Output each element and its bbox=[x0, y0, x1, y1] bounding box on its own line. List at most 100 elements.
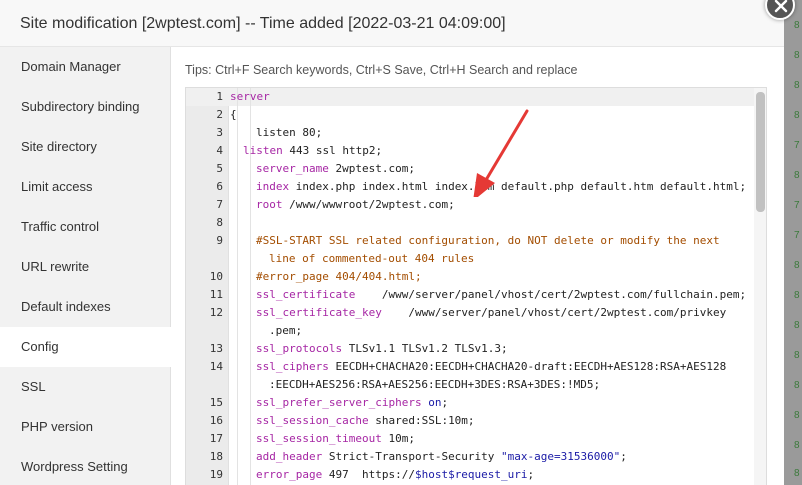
code-line-2: { bbox=[230, 106, 237, 124]
code-text: listen 80; bbox=[256, 126, 323, 139]
code-text: /www/wwwroot/2wptest.com; bbox=[282, 198, 455, 211]
keyword: ssl_protocols bbox=[256, 342, 343, 355]
sidebar-item-traffic-control[interactable]: Traffic control bbox=[0, 207, 171, 247]
annotation-arrow-icon bbox=[473, 109, 529, 197]
background-cell: 8 bbox=[794, 350, 800, 361]
editor-tips: Tips: Ctrl+F Search keywords, Ctrl+S Sav… bbox=[185, 63, 578, 77]
line-number: 10 bbox=[209, 270, 223, 283]
config-panel: Tips: Ctrl+F Search keywords, Ctrl+S Sav… bbox=[171, 47, 784, 485]
line-number: 11 bbox=[209, 288, 223, 301]
dialog-title: Site modification [2wptest.com] -- Time … bbox=[20, 15, 506, 32]
code-text: EECDH+CHACHA20:EECDH+CHACHA20-draft:EECD… bbox=[328, 360, 727, 373]
editor-scrollbar[interactable] bbox=[754, 88, 766, 485]
line-number: 13 bbox=[209, 342, 223, 355]
line-number: 19 bbox=[209, 468, 223, 481]
code-text: 443 ssl http2; bbox=[282, 144, 383, 157]
background-cell: 8 bbox=[794, 380, 800, 391]
keyword: ssl_session_timeout bbox=[256, 432, 382, 445]
active-line-highlight bbox=[186, 88, 754, 106]
sidebar-item-url-rewrite[interactable]: URL rewrite bbox=[0, 247, 171, 287]
keyword: ssl_certificate_key bbox=[256, 306, 382, 319]
background-cell: 8 bbox=[794, 110, 800, 121]
code-line-4: listen 443 ssl http2; bbox=[243, 142, 382, 160]
code-line-16: ssl_session_cache shared:SSL:10m; bbox=[256, 412, 475, 430]
keyword: ssl_certificate bbox=[256, 288, 356, 301]
comment: #error_page 404/404.html; bbox=[256, 270, 422, 283]
background-cell: 8 bbox=[794, 468, 800, 479]
editor-scrollbar-thumb[interactable] bbox=[756, 92, 765, 212]
code-line-10: #error_page 404/404.html; bbox=[256, 268, 422, 286]
code-text: 2wptest.com; bbox=[328, 162, 415, 175]
code-text: .pem; bbox=[269, 324, 303, 337]
keyword: index bbox=[256, 180, 290, 193]
code-line-12: ssl_certificate_key /www/server/panel/vh… bbox=[256, 304, 726, 322]
code-text: Strict-Transport-Security bbox=[322, 450, 502, 463]
sidebar-item-domain-manager[interactable]: Domain Manager bbox=[0, 47, 171, 87]
line-number: 15 bbox=[209, 396, 223, 409]
keyword: error_page bbox=[256, 468, 323, 481]
keyword: add_header bbox=[256, 450, 323, 463]
keyword: listen bbox=[243, 144, 283, 157]
sidebar-item-php-version[interactable]: PHP version bbox=[0, 407, 171, 447]
background-cell: 8 bbox=[794, 290, 800, 301]
sidebar-item-config[interactable]: Config bbox=[0, 327, 172, 367]
site-modification-dialog: Site modification [2wptest.com] -- Time … bbox=[0, 0, 784, 485]
code-line-7: root /www/wwwroot/2wptest.com; bbox=[256, 196, 455, 214]
keyword: root bbox=[256, 198, 283, 211]
background-cell: 8 bbox=[794, 320, 800, 331]
code-text: 497 https:// bbox=[322, 468, 415, 481]
indent-guide bbox=[237, 88, 238, 485]
line-number: 17 bbox=[209, 432, 223, 445]
line-number: 5 bbox=[216, 162, 223, 175]
dialog-titlebar[interactable]: Site modification [2wptest.com] -- Time … bbox=[0, 0, 784, 47]
keyword: server bbox=[230, 90, 270, 103]
line-number: 6 bbox=[216, 180, 223, 193]
comment: line of commented-out 404 rules bbox=[269, 252, 475, 265]
line-number: 7 bbox=[216, 198, 223, 211]
sidebar: Domain Manager Subdirectory binding Site… bbox=[0, 47, 172, 485]
sidebar-item-site-directory[interactable]: Site directory bbox=[0, 127, 171, 167]
value: on bbox=[421, 396, 442, 409]
background-cell: 7 bbox=[794, 200, 800, 211]
sidebar-item-limit-access[interactable]: Limit access bbox=[0, 167, 171, 207]
code-line-5: server_name 2wptest.com; bbox=[256, 160, 415, 178]
code-text: ; bbox=[441, 396, 449, 409]
code-text: ; bbox=[620, 450, 627, 463]
line-number: 8 bbox=[216, 216, 223, 229]
sidebar-item-subdirectory-binding[interactable]: Subdirectory binding bbox=[0, 87, 171, 127]
string: $host$request_uri bbox=[414, 468, 528, 481]
code-text: ; bbox=[527, 468, 535, 481]
code-line-1: server bbox=[230, 88, 270, 106]
sidebar-item-wordpress-setting[interactable]: Wordpress Setting bbox=[0, 447, 171, 485]
keyword: server_name bbox=[256, 162, 329, 175]
code-line-11: ssl_certificate /www/server/panel/vhost/… bbox=[256, 286, 746, 304]
code-line-13: ssl_protocols TLSv1.1 TLSv1.2 TLSv1.3; bbox=[256, 340, 508, 358]
code-text: shared:SSL:10m; bbox=[368, 414, 475, 427]
line-number: 9 bbox=[216, 234, 223, 247]
code-line-18: add_header Strict-Transport-Security "ma… bbox=[256, 448, 627, 466]
string: "max-age=31536000" bbox=[501, 450, 621, 463]
background-cell: 7 bbox=[794, 140, 800, 151]
code-line-14: ssl_ciphers EECDH+CHACHA20:EECDH+CHACHA2… bbox=[256, 358, 726, 376]
code-text: /www/server/panel/vhost/cert/2wptest.com… bbox=[355, 288, 747, 301]
background-cell: 8 bbox=[794, 20, 800, 31]
sidebar-item-ssl[interactable]: SSL bbox=[0, 367, 171, 407]
close-icon bbox=[774, 0, 788, 13]
background-cell: 8 bbox=[794, 170, 800, 181]
line-number: 1 bbox=[216, 90, 223, 103]
line-number: 2 bbox=[216, 108, 223, 121]
background-cell: 8 bbox=[794, 410, 800, 421]
background-page: 8 8 8 8 7 8 7 7 8 8 8 8 8 8 8 8 bbox=[784, 0, 802, 485]
code-line-12-wrap: .pem; bbox=[269, 322, 302, 340]
comment: #SSL-START SSL related configuration, do… bbox=[256, 234, 720, 247]
code-line-9: #SSL-START SSL related configuration, do… bbox=[256, 232, 720, 250]
code-text: TLSv1.1 TLSv1.2 TLSv1.3; bbox=[342, 342, 508, 355]
code-line-9-wrap: line of commented-out 404 rules bbox=[269, 250, 474, 268]
line-number: 14 bbox=[209, 360, 223, 373]
code-line-14-wrap: :EECDH+AES256:RSA+AES256:EECDH+3DES:RSA+… bbox=[269, 376, 600, 394]
line-number: 18 bbox=[209, 450, 223, 463]
code-line-17: ssl_session_timeout 10m; bbox=[256, 430, 415, 448]
line-number: 3 bbox=[216, 126, 223, 139]
sidebar-item-default-indexes[interactable]: Default indexes bbox=[0, 287, 171, 327]
code-line-15: ssl_prefer_server_ciphers on; bbox=[256, 394, 448, 412]
